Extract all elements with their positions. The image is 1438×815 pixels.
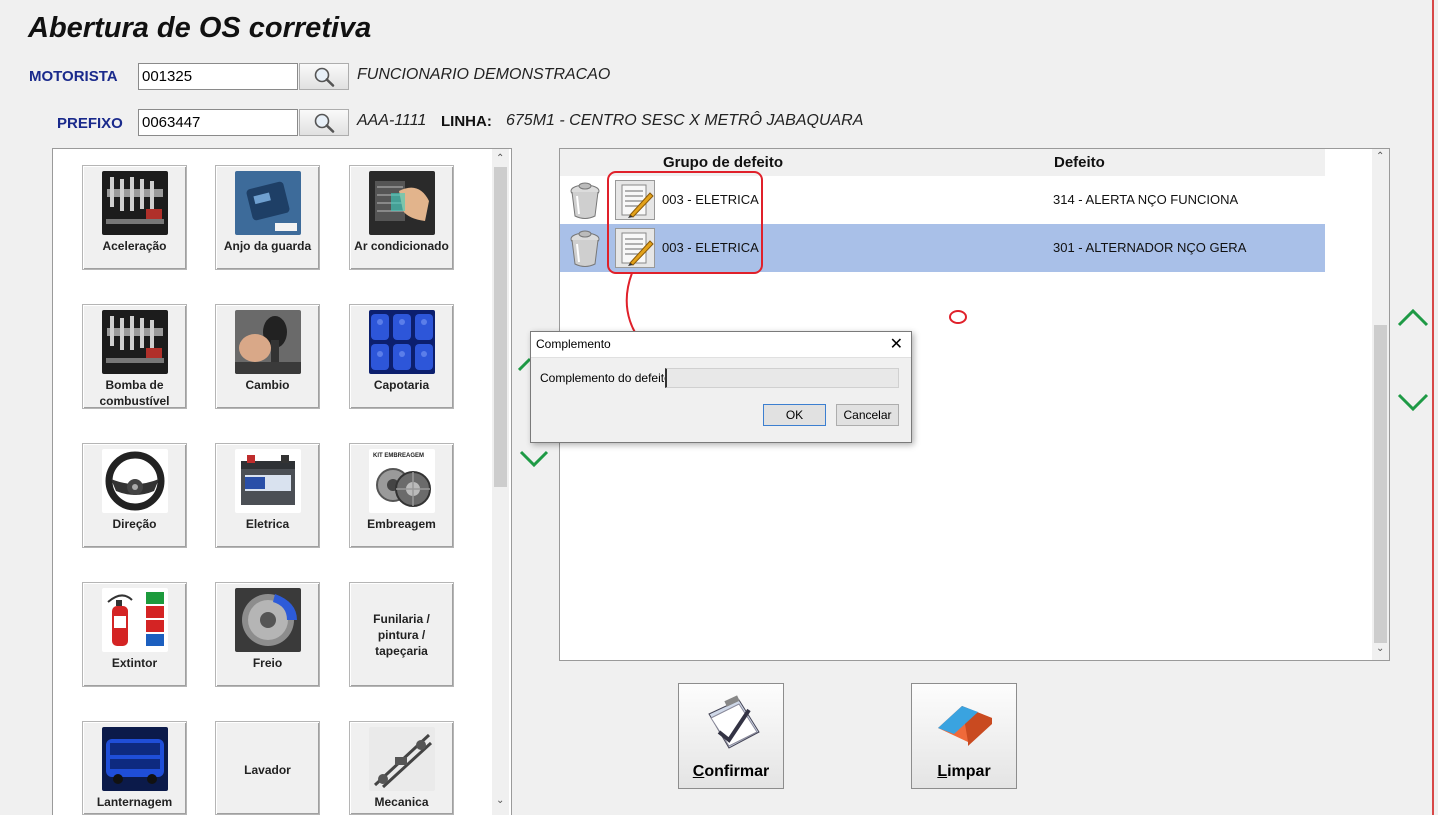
- kit-embreagem-text: KIT EMBREAGEM: [373, 453, 424, 459]
- complemento-dialog: Complemento ✕ Complemento do defeito OK …: [530, 331, 912, 443]
- prefixo-label: PREFIXO: [57, 115, 123, 132]
- category-label: Lavador: [244, 763, 291, 777]
- chevron-down-icon[interactable]: [518, 448, 550, 468]
- category-freio[interactable]: Freio: [215, 582, 320, 687]
- category-anjo-da-guarda[interactable]: Anjo da guarda: [215, 165, 320, 270]
- category-label: Capotaria: [373, 378, 430, 392]
- category-label: Anjo da guarda: [223, 239, 312, 253]
- chevron-up-icon[interactable]: [1396, 308, 1430, 328]
- gear-shift-image: [235, 310, 301, 374]
- defect-cell: 301 - ALTERNADOR NÇO GERA: [1053, 240, 1247, 255]
- motorista-label: MOTORISTA: [29, 68, 118, 85]
- category-lavador[interactable]: Lavador: [215, 721, 320, 815]
- bus-image: [102, 727, 168, 791]
- window-border: [1432, 0, 1434, 815]
- category-bomba-de-combustivel[interactable]: Bomba de combustível: [82, 304, 187, 409]
- complemento-input[interactable]: [665, 368, 899, 388]
- category-cambio[interactable]: Cambio: [215, 304, 320, 409]
- category-label: Mecanica: [374, 795, 429, 809]
- dialog-title: Complemento: [536, 337, 611, 351]
- trash-icon[interactable]: [565, 180, 605, 222]
- column-header-defect: Defeito: [1054, 154, 1105, 171]
- clear-button[interactable]: Limpar: [911, 683, 1017, 789]
- eraser-icon: [938, 706, 992, 746]
- battery-image: [235, 449, 301, 513]
- category-label: Extintor: [111, 656, 158, 670]
- category-label: Cambio: [245, 378, 290, 392]
- linha-value: 675M1 - CENTRO SESC X METRÔ JABAQUARA: [506, 112, 864, 129]
- motorista-search-button[interactable]: [299, 63, 349, 90]
- category-label: Direção: [112, 517, 157, 531]
- search-icon: [314, 113, 335, 133]
- category-mecanica[interactable]: Mecanica: [349, 721, 454, 815]
- confirm-button[interactable]: Confirmar: [678, 683, 784, 789]
- brake-disc-image: [235, 588, 301, 652]
- category-label: Funilaria / pintura / tapeçaria: [373, 612, 430, 658]
- scroll-up-icon[interactable]: ⌃: [496, 153, 504, 164]
- category-ar-condicionado[interactable]: Ar condicionado: [349, 165, 454, 270]
- prefixo-search-button[interactable]: [299, 109, 349, 136]
- clipboard-check-icon: [708, 695, 760, 749]
- motorista-input[interactable]: 001325: [138, 63, 298, 90]
- category-lanternagem[interactable]: Lanternagem: [82, 721, 187, 815]
- category-scrollbar[interactable]: ⌃ ⌄: [492, 149, 509, 815]
- linha-label: LINHA:: [441, 113, 492, 130]
- dialog-title-bar: Complemento ✕: [531, 332, 911, 358]
- defect-cell: 314 - ALERTA NÇO FUNCIONA: [1053, 192, 1239, 207]
- category-funilaria[interactable]: Funilaria / pintura / tapeçaria: [349, 582, 454, 687]
- engine-parts-image: [102, 171, 168, 235]
- category-label: Bomba de combustível: [99, 378, 170, 408]
- trash-icon[interactable]: [565, 228, 605, 270]
- steering-wheel-image: [102, 449, 168, 513]
- page-title: Abertura de OS corretiva: [28, 12, 372, 44]
- defects-scrollbar[interactable]: ⌃ ⌄: [1372, 149, 1389, 660]
- category-label: Lanternagem: [96, 795, 173, 809]
- bus-seats-image: [369, 310, 435, 374]
- category-aceleracao[interactable]: Aceleração: [82, 165, 187, 270]
- anjo-device-image: [235, 171, 301, 235]
- chassis-image: [369, 727, 435, 791]
- category-label: Ar condicionado: [354, 239, 449, 253]
- category-label: Freio: [252, 656, 283, 670]
- scroll-thumb[interactable]: [494, 167, 507, 487]
- category-direcao[interactable]: Direção: [82, 443, 187, 548]
- ac-vent-image: [369, 171, 435, 235]
- chevron-down-icon[interactable]: [1396, 392, 1430, 412]
- search-icon: [314, 67, 335, 87]
- category-label: Eletrica: [245, 517, 290, 531]
- close-icon[interactable]: ✕: [890, 332, 903, 357]
- category-label: Aceleração: [102, 239, 167, 253]
- category-capotaria[interactable]: Capotaria: [349, 304, 454, 409]
- prefixo-input[interactable]: 0063447: [138, 109, 298, 136]
- clear-label: Limpar: [937, 763, 991, 780]
- clutch-kit-image: KIT EMBREAGEM: [369, 449, 435, 513]
- confirm-label: Confirmar: [692, 763, 770, 780]
- cancel-button[interactable]: Cancelar: [836, 404, 899, 426]
- scroll-thumb[interactable]: [1374, 325, 1387, 643]
- scroll-up-icon[interactable]: ⌃: [1376, 151, 1384, 162]
- category-extintor[interactable]: Extintor: [82, 582, 187, 687]
- fuel-pump-image: [102, 310, 168, 374]
- category-eletrica[interactable]: Eletrica: [215, 443, 320, 548]
- scroll-down-icon[interactable]: ⌄: [1376, 643, 1384, 654]
- motorista-name: FUNCIONARIO DEMONSTRACAO: [357, 66, 611, 83]
- category-label: Embreagem: [367, 517, 436, 531]
- category-embreagem[interactable]: KIT EMBREAGEM Embreagem: [349, 443, 454, 548]
- complemento-label: Complemento do defeito: [540, 371, 671, 385]
- scroll-down-icon[interactable]: ⌄: [496, 795, 504, 806]
- ok-button[interactable]: OK: [763, 404, 826, 426]
- fire-extinguisher-image: [102, 588, 168, 652]
- vehicle-plate: AAA-1111: [357, 112, 427, 129]
